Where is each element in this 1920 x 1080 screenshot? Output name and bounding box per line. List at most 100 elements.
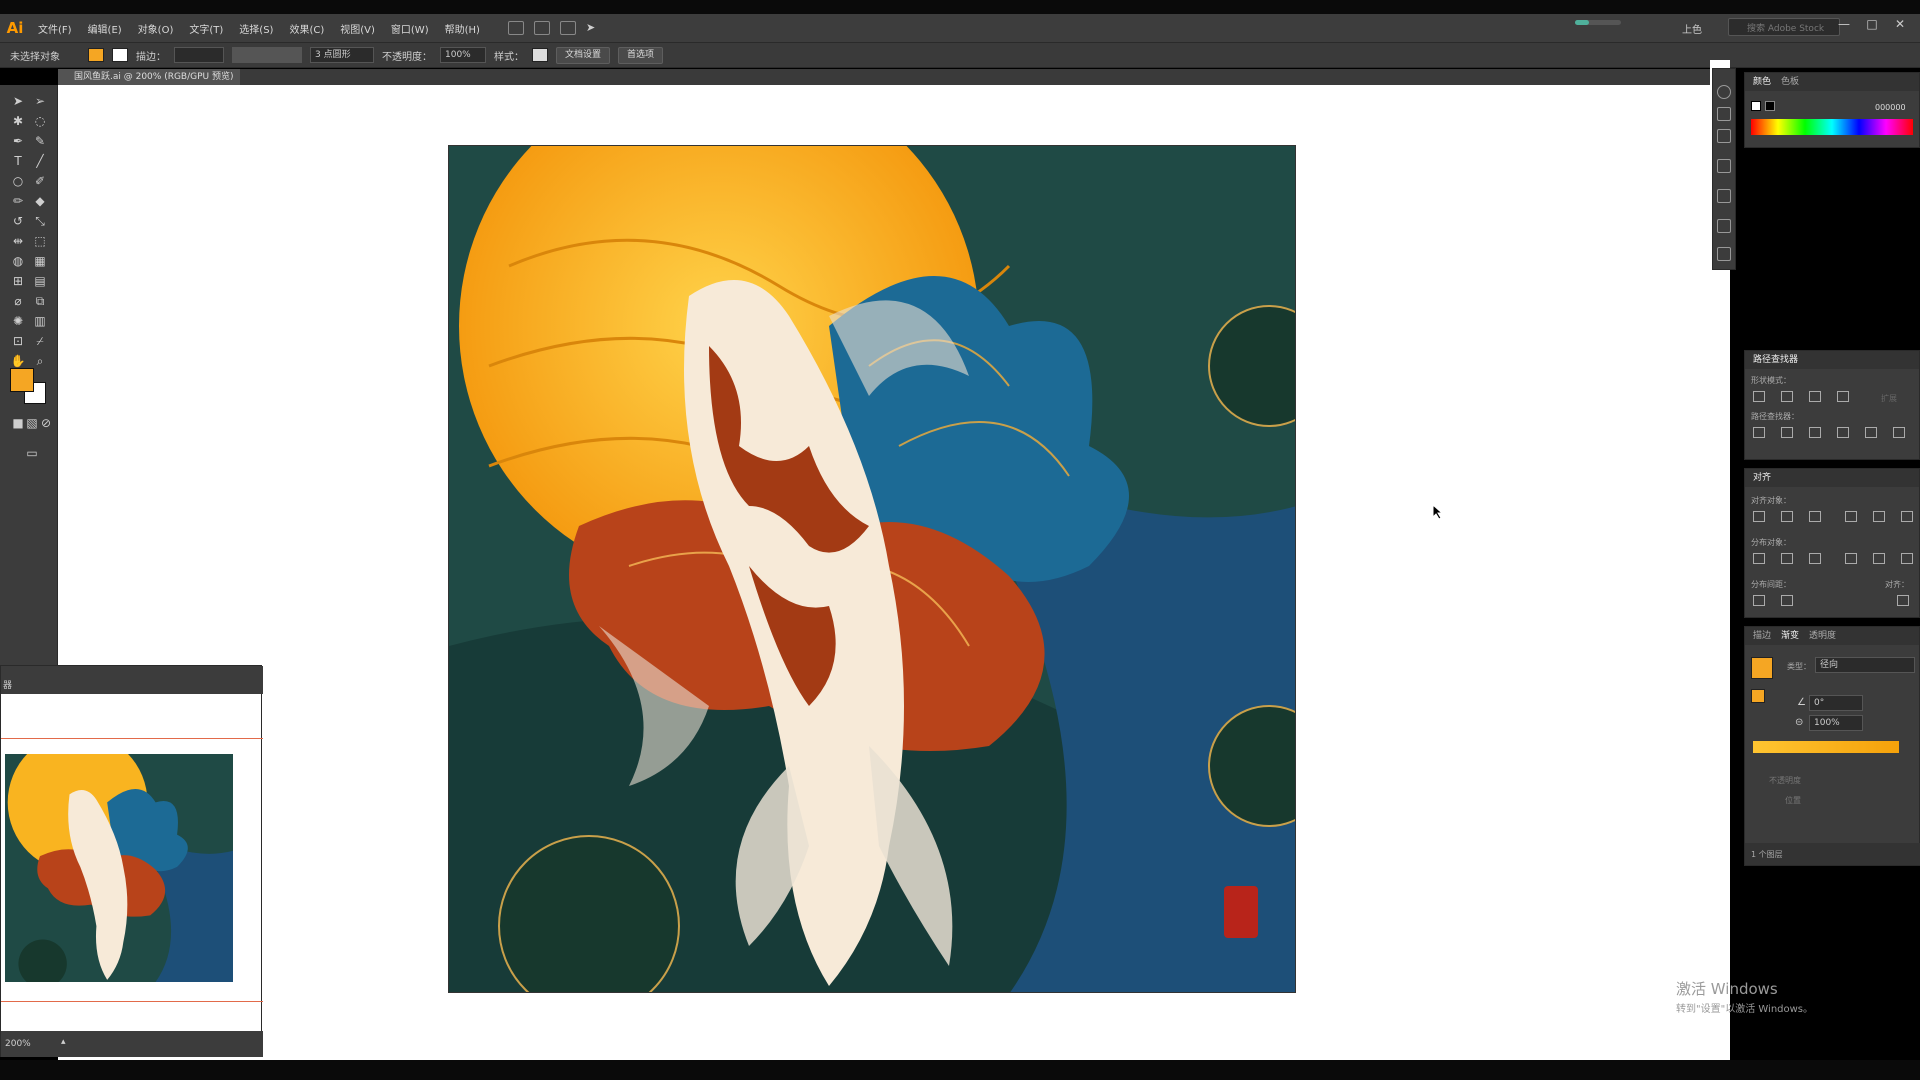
intersect-icon[interactable] xyxy=(1809,391,1821,402)
horizontal-spacing-icon[interactable] xyxy=(1781,595,1793,606)
navigator-zoom-field[interactable]: 200% xyxy=(5,1039,31,1049)
pencil-tool-icon[interactable]: ✏ xyxy=(10,193,26,209)
ellipse-tool-icon[interactable]: ○ xyxy=(10,173,26,189)
align-top-icon[interactable] xyxy=(1845,511,1857,522)
rotate-tool-icon[interactable]: ↺ xyxy=(10,213,26,229)
none-mode-icon[interactable]: ⊘ xyxy=(38,415,54,431)
zoom-tool-icon[interactable]: ⌕ xyxy=(32,353,48,369)
menu-item-5[interactable]: 效果(C) xyxy=(281,21,332,36)
gradient-type-select[interactable]: 径向 xyxy=(1815,657,1915,673)
stroke-weight-field[interactable] xyxy=(174,47,224,63)
outline-icon[interactable] xyxy=(1865,427,1877,438)
menu-item-3[interactable]: 文字(T) xyxy=(181,21,231,36)
fill-mini-swatch[interactable] xyxy=(1751,101,1761,111)
hand-tool-icon[interactable]: ✋ xyxy=(10,353,26,369)
minus-back-icon[interactable] xyxy=(1893,427,1905,438)
free-transform-tool-icon[interactable]: ⬚ xyxy=(32,233,48,249)
preferences-button[interactable]: 首选项 xyxy=(618,46,664,64)
slice-tool-icon[interactable]: ⌿ xyxy=(32,333,48,349)
lasso-tool-icon[interactable]: ◌ xyxy=(32,113,48,129)
gradient-tool-icon[interactable]: ▤ xyxy=(32,273,48,289)
libraries-panel-icon[interactable] xyxy=(1717,219,1731,233)
stock-search-input[interactable]: 搜索 Adobe Stock xyxy=(1728,18,1840,36)
menu-item-6[interactable]: 视图(V) xyxy=(332,21,383,36)
stroke-swatch-control[interactable] xyxy=(112,48,128,62)
align-to-selection-icon[interactable] xyxy=(1897,595,1909,606)
eyedropper-tool-icon[interactable]: ⌀ xyxy=(10,293,26,309)
blend-tool-icon[interactable]: ⧉ xyxy=(32,293,48,309)
mesh-tool-icon[interactable]: ⊞ xyxy=(10,273,26,289)
width-tool-icon[interactable]: ⇹ xyxy=(10,233,26,249)
distribute-vcenter-icon[interactable] xyxy=(1781,553,1793,564)
bridge-icon[interactable] xyxy=(507,21,524,35)
screen-mode-icon[interactable]: ▭ xyxy=(24,445,40,461)
variable-width-profile[interactable] xyxy=(232,47,302,63)
expand-button[interactable]: 扩展 xyxy=(1881,393,1897,404)
pen-tool-icon[interactable]: ✒ xyxy=(10,133,26,149)
brushes-panel-icon[interactable] xyxy=(1717,107,1731,121)
divide-icon[interactable] xyxy=(1753,427,1765,438)
minimize-button[interactable]: — xyxy=(1832,17,1856,37)
unite-icon[interactable] xyxy=(1753,391,1765,402)
opacity-field[interactable]: 100% xyxy=(440,47,486,63)
type-tool-icon[interactable]: T xyxy=(10,153,26,169)
merge-icon[interactable] xyxy=(1809,427,1821,438)
share-icon[interactable]: ➤ xyxy=(586,21,602,35)
brush-select[interactable]: 3 点圆形 xyxy=(310,47,374,63)
graph-tool-icon[interactable]: ▥ xyxy=(32,313,48,329)
align-left-icon[interactable] xyxy=(1753,511,1765,522)
perspective-grid-tool-icon[interactable]: ▦ xyxy=(32,253,48,269)
document-tab[interactable]: 国风鱼跃.ai @ 200% (RGB/GPU 预览) xyxy=(58,69,240,85)
menu-item-0[interactable]: 文件(F) xyxy=(30,21,80,36)
menu-item-1[interactable]: 编辑(E) xyxy=(80,21,130,36)
artboard-koi-artwork[interactable] xyxy=(448,145,1296,993)
fill-swatch-control[interactable] xyxy=(88,48,104,62)
menu-item-8[interactable]: 帮助(H) xyxy=(437,21,488,36)
magic-wand-tool-icon[interactable]: ✱ xyxy=(10,113,26,129)
symbols-panel-icon[interactable] xyxy=(1717,189,1731,203)
eraser-tool-icon[interactable]: ◆ xyxy=(32,193,48,209)
align-right-icon[interactable] xyxy=(1809,511,1821,522)
line-tool-icon[interactable]: ╱ xyxy=(32,153,48,169)
navigator-thumbnail[interactable] xyxy=(5,754,233,982)
color-spectrum[interactable] xyxy=(1751,119,1913,135)
menu-item-7[interactable]: 窗口(W) xyxy=(383,21,437,36)
curvature-tool-icon[interactable]: ✎ xyxy=(32,133,48,149)
zoom-out-icon[interactable]: ▴ xyxy=(61,1037,66,1047)
graphic-style-swatch[interactable] xyxy=(532,48,548,62)
minus-front-icon[interactable] xyxy=(1781,391,1793,402)
hex-field[interactable]: 000000 xyxy=(1875,103,1906,112)
stroke-mini-swatch[interactable] xyxy=(1765,101,1775,111)
align-bottom-icon[interactable] xyxy=(1901,511,1913,522)
crop-icon[interactable] xyxy=(1837,427,1849,438)
gradient-fill-swatch[interactable] xyxy=(1751,689,1765,703)
gradient-aspect-field[interactable]: 100% xyxy=(1809,715,1863,731)
arrange-documents-icon[interactable] xyxy=(559,21,576,35)
artboards-panel-icon[interactable] xyxy=(1717,247,1731,261)
distribute-right-icon[interactable] xyxy=(1901,553,1913,564)
gradient-slider[interactable] xyxy=(1753,741,1899,753)
menu-item-4[interactable]: 选择(S) xyxy=(231,21,281,36)
distribute-bottom-icon[interactable] xyxy=(1809,553,1821,564)
tab-gradient[interactable]: 渐变 xyxy=(1781,627,1799,645)
selection-tool-icon[interactable]: ➤ xyxy=(10,93,26,109)
gradient-thumbnail[interactable] xyxy=(1751,657,1773,679)
distribute-left-icon[interactable] xyxy=(1845,553,1857,564)
shape-builder-tool-icon[interactable]: ◍ xyxy=(10,253,26,269)
trim-icon[interactable] xyxy=(1781,427,1793,438)
color-panel-icon[interactable] xyxy=(1717,85,1731,99)
scale-tool-icon[interactable]: ⤡ xyxy=(32,213,48,229)
swatches-panel-icon[interactable] xyxy=(1717,129,1731,143)
tab-stroke[interactable]: 描边 xyxy=(1753,627,1771,645)
tab-swatches[interactable]: 色板 xyxy=(1781,73,1799,91)
paintbrush-tool-icon[interactable]: ✐ xyxy=(32,173,48,189)
gradient-angle-field[interactable]: 0° xyxy=(1809,695,1863,711)
fill-color-swatch[interactable] xyxy=(10,368,34,392)
align-middle-icon[interactable] xyxy=(1873,511,1885,522)
align-center-icon[interactable] xyxy=(1781,511,1793,522)
vertical-spacing-icon[interactable] xyxy=(1753,595,1765,606)
export-panel-icon[interactable] xyxy=(1717,159,1731,173)
close-button[interactable]: ✕ xyxy=(1888,17,1912,37)
tab-transparency[interactable]: 透明度 xyxy=(1809,627,1836,645)
maximize-button[interactable]: □ xyxy=(1860,17,1884,37)
